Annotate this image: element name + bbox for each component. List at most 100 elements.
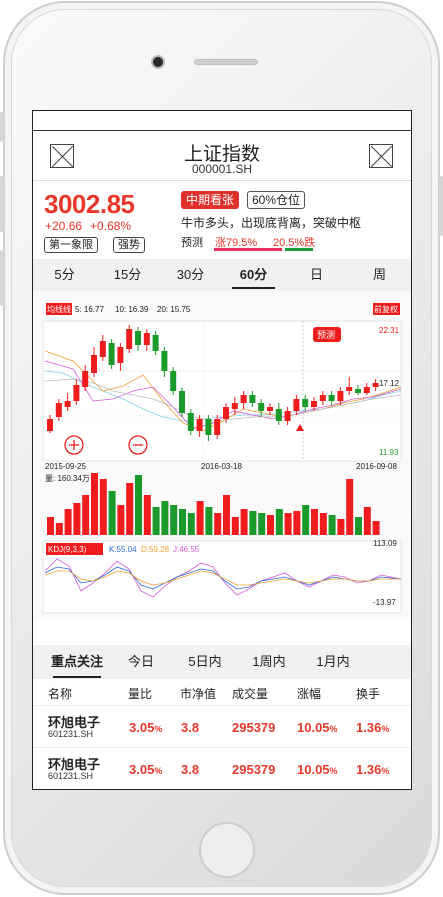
kline-chart[interactable]: 均线线 5: 16.77 10: 16.39 20: 15.75 前复权 预测 … <box>33 291 411 621</box>
turnover-value: 1.36% <box>356 762 390 777</box>
volume-series <box>47 473 380 535</box>
col-volume[interactable]: 成交量 <box>232 685 268 702</box>
volume-bar <box>328 515 336 535</box>
candle-body <box>99 341 106 357</box>
tab-focus[interactable]: 重点关注 <box>45 645 109 679</box>
candle-body <box>293 399 300 411</box>
candle-body <box>47 419 53 431</box>
volume-bar <box>82 495 90 535</box>
kdj-min: -13.97 <box>373 598 396 607</box>
page-header: 上证指数 000001.SH <box>33 131 411 181</box>
earpiece-speaker <box>194 59 258 65</box>
candle-body <box>258 403 265 411</box>
kdj-max: 113.09 <box>373 539 397 548</box>
tab-day[interactable]: 日 <box>285 259 348 291</box>
tab-5days[interactable]: 5日内 <box>173 645 237 679</box>
predict-label: 预测 <box>181 237 203 249</box>
candle-body <box>152 335 159 351</box>
kdj-k: K:55.04 <box>109 545 137 554</box>
volume-bar <box>249 511 257 535</box>
ma10-label: 10: 16.39 <box>115 305 149 314</box>
kdj-d: D:59.28 <box>141 545 170 554</box>
candle-body <box>372 383 379 387</box>
volume-label: 量: 160.34万 <box>45 474 90 483</box>
stock-code: 000001.SH <box>191 162 253 176</box>
home-button[interactable] <box>199 822 255 878</box>
change-value: 10.05% <box>297 720 338 735</box>
pb-value: 3.8 <box>181 720 200 735</box>
tab-week[interactable]: 周 <box>348 259 411 291</box>
vol-ratio-value: 3.05% <box>129 720 163 735</box>
candle-body <box>55 403 62 417</box>
mute-switch <box>0 112 4 142</box>
app-screen: 上证指数 000001.SH 3002.85 +20.66 +0.68% 第一象限… <box>32 110 412 790</box>
candle-body <box>311 401 317 407</box>
strength-tag: 强势 <box>113 237 145 253</box>
trend-description: 牛市多头，出现底背离，突破中枢 <box>181 216 362 230</box>
volume-bar <box>337 519 345 535</box>
col-change[interactable]: 涨幅 <box>297 685 321 702</box>
volume-bar <box>179 509 186 535</box>
candle-body <box>161 351 168 371</box>
volume-bar <box>293 511 301 535</box>
candle-body <box>223 407 229 419</box>
volume-bar <box>346 479 354 535</box>
period-tabs: 5分 15分 30分 60分 日 周 <box>33 259 411 291</box>
candle-body <box>284 411 291 421</box>
candle-body <box>319 395 326 401</box>
tab-1month[interactable]: 1月内 <box>301 645 365 679</box>
tab-15min[interactable]: 15分 <box>96 259 159 291</box>
candle-body <box>170 371 177 391</box>
quadrant-tag: 第一象限 <box>44 237 98 253</box>
volume-bar <box>355 517 362 535</box>
volume-bar <box>231 517 239 535</box>
col-name[interactable]: 名称 <box>48 685 72 702</box>
volume-bar <box>135 475 142 535</box>
volume-bar <box>284 513 292 535</box>
col-vol-ratio[interactable]: 量比 <box>128 685 152 702</box>
table-header: 名称 量比 市净值 成交量 涨幅 换手 <box>33 679 411 705</box>
table-row[interactable]: 环旭电子 601231.SH 3.05% 3.8 295379 10.05% 1… <box>33 747 411 789</box>
tab-5min[interactable]: 5分 <box>33 259 96 291</box>
candle-body <box>328 395 335 401</box>
candle-body <box>135 331 141 345</box>
volume-bar <box>205 507 213 535</box>
candle-body <box>249 395 256 403</box>
ma-label: 均线线 <box>47 304 71 314</box>
kline-chart-svg: 均线线 5: 16.77 10: 16.39 20: 15.75 前复权 预测 … <box>42 303 402 614</box>
stock-code: 601231.SH <box>48 729 94 739</box>
restore-label: 前复权 <box>374 304 398 314</box>
volume-bar <box>363 507 371 535</box>
candle-body <box>214 419 221 435</box>
volume-value: 295379 <box>232 720 276 735</box>
tab-today[interactable]: 今日 <box>109 645 173 679</box>
col-turnover[interactable]: 换手 <box>356 685 380 702</box>
volume-bar <box>196 501 204 535</box>
predict-up-bar <box>214 248 282 251</box>
predict-down-bar <box>285 248 313 251</box>
tab-60min[interactable]: 60分 <box>222 259 285 291</box>
tab-1week[interactable]: 1周内 <box>237 645 301 679</box>
volume-down-button <box>0 250 4 306</box>
status-bar <box>33 111 411 131</box>
volume-bar <box>319 513 327 535</box>
col-pb[interactable]: 市净值 <box>180 685 216 702</box>
candle-body <box>82 371 89 387</box>
predict-badge-label: 预测 <box>317 330 335 340</box>
candle-body <box>126 329 133 349</box>
watch-tabs: 重点关注 今日 5日内 1周内 1月内 <box>33 645 411 679</box>
price-high-label: 22.31 <box>379 326 400 335</box>
volume-bar <box>258 513 266 535</box>
volume-value: 295379 <box>232 762 276 777</box>
right-placeholder-icon[interactable] <box>369 144 393 168</box>
table-row[interactable]: 环旭电子 601231.SH 3.05% 3.8 295379 10.05% 1… <box>33 705 411 749</box>
tab-30min[interactable]: 30分 <box>159 259 222 291</box>
candle-body <box>64 401 71 407</box>
position-badge: 60%仓位 <box>247 191 306 209</box>
kdj-label: KDJ(9,3,3) <box>48 545 87 554</box>
volume-bar <box>187 513 195 535</box>
volume-bar <box>108 491 116 535</box>
candle-body <box>240 395 247 403</box>
change-value: 10.05% <box>297 762 338 777</box>
candle-body <box>179 391 185 413</box>
